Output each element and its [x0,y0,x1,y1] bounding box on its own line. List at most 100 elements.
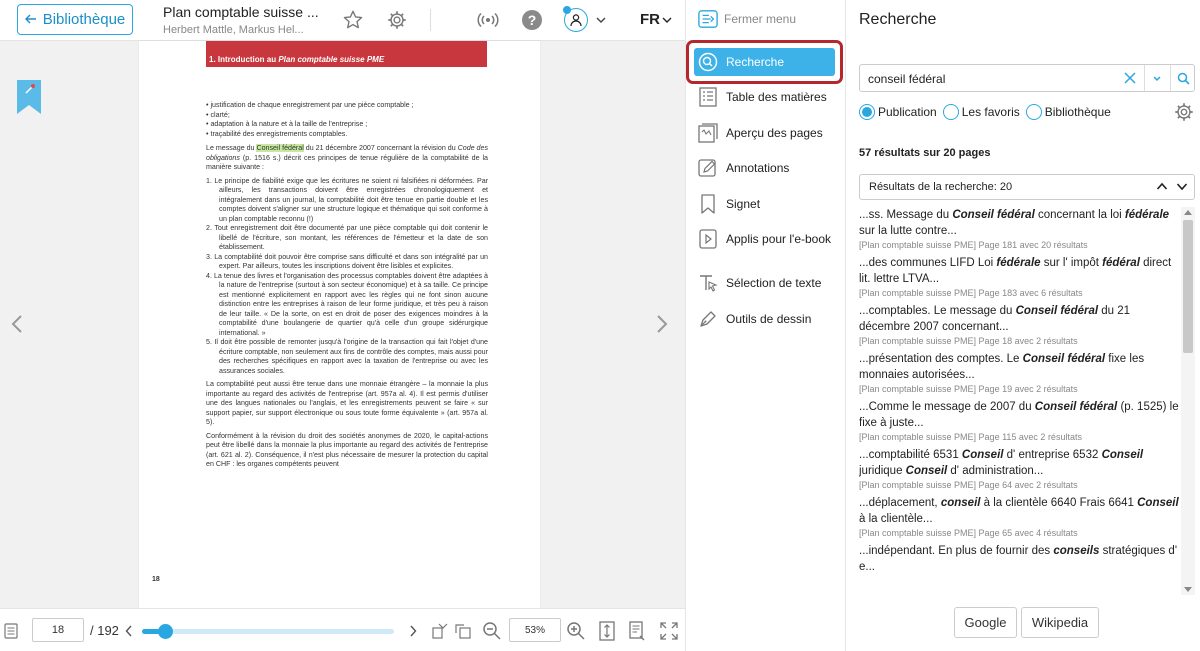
page-slider[interactable] [142,624,394,639]
side-menu: Fermer menu Recherche Table des matières… [685,0,845,651]
chevron-down-icon [662,11,672,28]
book-page[interactable]: 1. Introduction au Plan comptable suisse… [139,41,540,608]
search-result-item[interactable]: ...des communes LIFD Loi fédérale sur l'… [859,255,1181,298]
arrow-left-icon [24,11,37,28]
clear-search-icon[interactable] [1117,65,1143,91]
help-icon[interactable]: ? [522,10,542,30]
close-menu-button[interactable]: Fermer menu [698,8,796,30]
scope-favorites-radio[interactable]: Les favoris [942,104,1020,120]
page-list-icon[interactable] [1,621,21,641]
menu-item-drawing-tools[interactable]: Outils de dessin [698,307,834,331]
results-scrollbar[interactable] [1181,207,1195,595]
search-result-item[interactable]: ...Comme le message de 2007 du Conseil f… [859,399,1181,442]
scope-library-radio[interactable]: Bibliothèque [1025,104,1111,120]
zoom-out-icon[interactable] [482,621,502,641]
result-count: 57 résultats sur 20 pages [859,147,991,159]
menu-item-table-of-contents[interactable]: Table des matières [698,85,834,109]
result-meta: [Plan comptable suisse PME] Page 64 avec… [859,480,1078,490]
result-meta: [Plan comptable suisse PME] Page 65 avec… [859,528,1078,538]
bottom-toolbar: / 192 [0,608,685,651]
result-snippet: ...comptables. Le message du Conseil féd… [859,305,1131,333]
scrollbar-thumb[interactable] [1183,220,1193,353]
fullscreen-icon[interactable] [659,621,679,641]
zoom-level-input[interactable] [509,618,561,642]
bookmark-icon [698,194,718,214]
result-snippet: ...comptabilité 6531 Conseil d' entrepri… [859,449,1144,477]
close-menu-icon [698,9,718,29]
search-result-item[interactable]: ...comptabilité 6531 Conseil d' entrepri… [859,447,1181,490]
numbered-item: 3. La comptabilité doit pouvoir être com… [206,252,488,271]
numbered-item: 5. Il doit être possible de remonter jus… [206,338,488,375]
page-slider-handle[interactable] [157,624,173,639]
chevron-up-icon[interactable] [1156,179,1168,196]
search-box [859,64,1195,92]
search-input[interactable] [868,70,1118,88]
menu-item-ebook-apps[interactable]: Applis pour l'e-book [698,227,834,251]
menu-item-search[interactable]: Recherche [694,48,835,76]
wikipedia-search-button[interactable]: Wikipedia [1021,607,1099,638]
fit-height-icon[interactable] [597,621,617,641]
search-hit-highlight: Conseil fédéral [256,144,304,152]
search-result-item[interactable]: ...ss. Message du Conseil fédéral concer… [859,207,1181,250]
menu-item-label: Outils de dessin [726,312,812,326]
menu-item-bookmark[interactable]: Signet [698,192,834,216]
result-snippet: ...ss. Message du Conseil fédéral concer… [859,209,1170,237]
bullet-item: • adaptation à la nature et à la taille … [206,120,368,128]
text-select-icon [698,273,718,293]
back-to-library-button[interactable]: Bibliothèque [17,4,133,35]
favorite-star-icon[interactable] [341,8,365,32]
search-result-item[interactable]: ...déplacement, conseil à la clientèle 6… [859,495,1181,538]
language-label: FR [640,11,660,28]
bookmark-ribbon-icon[interactable] [17,80,41,114]
currency-paragraph: La comptabilité peut aussi être tenue da… [206,380,488,426]
result-snippet: ...présentation des comptes. Le Conseil … [859,353,1145,381]
gear-icon[interactable] [385,8,409,32]
scroll-up-arrow-icon[interactable] [1184,210,1192,215]
result-meta: [Plan comptable suisse PME] Page 18 avec… [859,336,1078,346]
chevron-down-icon[interactable] [1176,179,1188,196]
previous-page-arrow[interactable] [8,313,28,335]
toolbar-divider [430,9,431,31]
total-pages: / 192 [90,623,119,638]
page-number-input[interactable] [32,618,84,642]
user-menu[interactable] [563,6,612,33]
page-number: 18 [152,576,160,583]
chevron-left-icon[interactable] [119,621,139,641]
bullet-item: • traçabilité des enregistrements compta… [206,129,348,138]
zoom-in-icon[interactable] [566,621,586,641]
search-icon[interactable] [1170,65,1196,91]
scroll-down-arrow-icon[interactable] [1184,587,1192,592]
search-result-item[interactable]: ...comptables. Le message du Conseil féd… [859,303,1181,346]
bullet-list: • justification de chaque enregistrement… [206,101,488,139]
scope-publication-radio[interactable]: Publication [859,104,937,120]
apps-icon [698,229,718,249]
pages-preview-icon [698,123,718,143]
menu-item-label: Applis pour l'e-book [726,232,832,246]
double-page-icon[interactable] [453,621,473,641]
search-results-list: ...ss. Message du Conseil fédéral concer… [859,207,1181,595]
result-snippet: ...indépendant. En plus de fournir des c… [859,545,1178,573]
search-circle-icon [698,52,718,72]
search-panel: Recherche Publication Les favoris Biblio… [845,0,1200,651]
result-snippet: ...déplacement, conseil à la clientèle 6… [859,497,1179,525]
chevron-right-icon[interactable] [403,621,423,641]
text-view-icon[interactable] [627,621,647,641]
menu-item-annotations[interactable]: Annotations [698,156,834,180]
search-options-dropdown-icon[interactable] [1144,65,1170,91]
results-navigation-select[interactable]: Résultats de la recherche: 20 [859,174,1195,200]
user-avatar-icon [563,6,588,32]
search-result-item[interactable]: ...indépendant. En plus de fournir des c… [859,543,1181,575]
search-result-item[interactable]: ...présentation des comptes. Le Conseil … [859,351,1181,394]
menu-item-text-selection[interactable]: Sélection de texte [698,271,834,295]
audio-broadcast-icon[interactable] [476,8,500,32]
page-body-text: • justification de chaque enregistrement… [206,101,488,474]
next-page-arrow[interactable] [651,313,671,335]
google-search-button[interactable]: Google [954,607,1017,638]
result-snippet: ...des communes LIFD Loi fédérale sur l'… [859,257,1172,285]
menu-item-page-preview[interactable]: Aperçu des pages [698,121,834,145]
search-settings-gear-icon[interactable] [1173,101,1195,123]
language-selector[interactable]: FR [640,11,672,28]
result-meta: [Plan comptable suisse PME] Page 19 avec… [859,384,1078,394]
bullet-item: • clarté; [206,110,230,119]
single-page-icon[interactable] [430,621,450,641]
